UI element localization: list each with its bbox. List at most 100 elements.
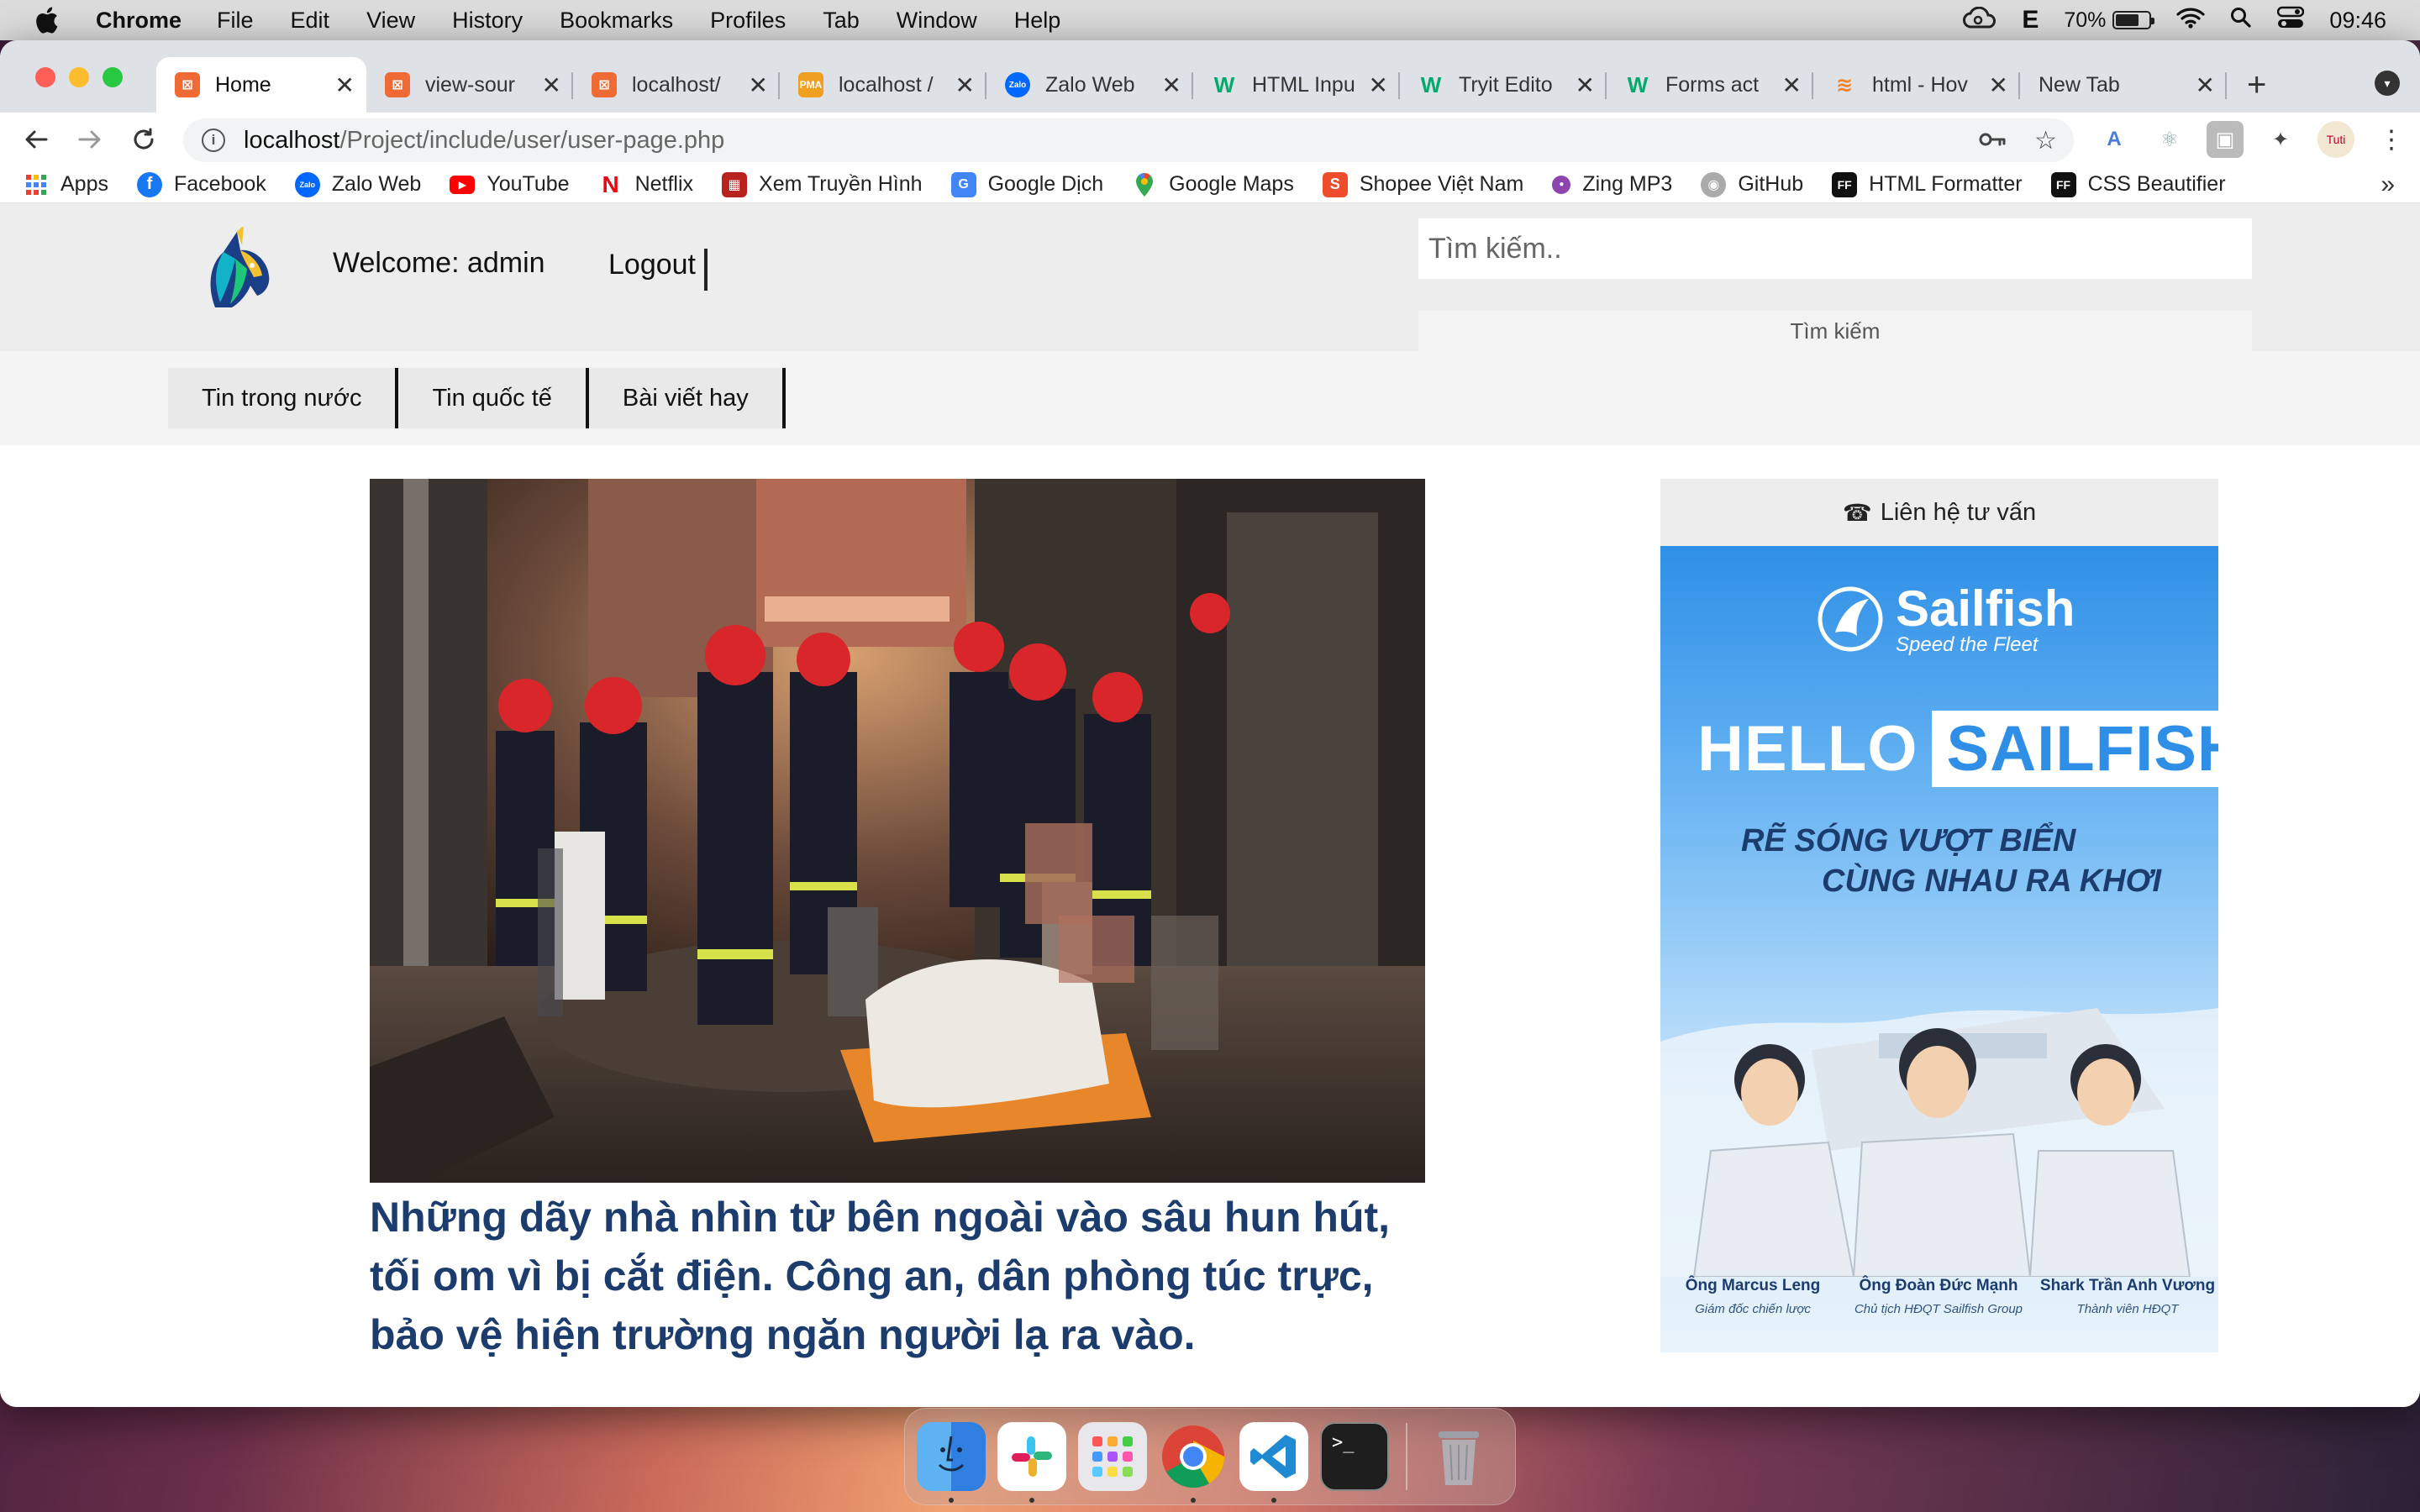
profile-avatar[interactable]: Tuti <box>2317 121 2354 158</box>
key-icon[interactable] <box>1979 126 2006 155</box>
nav-tin-trong-nuoc[interactable]: Tin trong nước <box>168 368 399 428</box>
control-center-icon[interactable] <box>2277 6 2305 35</box>
nav-tin-quoc-te[interactable]: Tin quốc tế <box>398 368 589 428</box>
url-host: localhost <box>244 126 340 154</box>
menu-history[interactable]: History <box>452 8 523 34</box>
zoom-window-button[interactable] <box>103 67 123 87</box>
chrome-menu-icon[interactable]: ⋮ <box>2373 121 2410 158</box>
bookmark-google-maps[interactable]: Google Maps <box>1132 172 1294 197</box>
site-info-icon[interactable]: i <box>202 129 225 152</box>
bookmarks-overflow-icon[interactable]: » <box>2381 171 2395 199</box>
close-tab-icon[interactable]: ✕ <box>1369 71 1388 99</box>
battery-status[interactable]: 70% <box>2064 8 2155 33</box>
tab-localhost-1[interactable]: ⊠ localhost/ ✕ <box>573 57 780 113</box>
menu-window[interactable]: Window <box>897 8 977 34</box>
tab-stackoverflow[interactable]: ≋ html - Hov ✕ <box>1813 57 2020 113</box>
bookmark-apps[interactable]: Apps <box>24 172 108 197</box>
search-input[interactable] <box>1418 218 2252 279</box>
menu-bookmarks[interactable]: Bookmarks <box>560 8 673 34</box>
new-tab-button[interactable]: + <box>2247 66 2266 104</box>
logout-link[interactable]: Logout <box>608 249 708 291</box>
site-navigation: Tin trong nước Tin quốc tế Bài viết hay <box>0 351 2420 445</box>
vscode-icon[interactable] <box>1239 1422 1308 1503</box>
launchpad-icon[interactable] <box>1078 1422 1147 1491</box>
spotlight-search-icon[interactable] <box>2230 7 2252 34</box>
creative-cloud-icon[interactable] <box>1963 6 1996 34</box>
back-button[interactable] <box>17 120 55 159</box>
bookmark-html-formatter[interactable]: FF HTML Formatter <box>1832 171 2023 197</box>
menu-help[interactable]: Help <box>1014 8 1061 34</box>
search-button[interactable]: Tìm kiếm <box>1418 311 2252 351</box>
wifi-icon[interactable] <box>2176 7 2206 34</box>
menu-app-name[interactable]: Chrome <box>96 8 182 34</box>
xampp-icon: ⊠ <box>592 72 617 97</box>
menu-edit[interactable]: Edit <box>291 8 330 34</box>
tab-localhost-pma[interactable]: PMA localhost / ✕ <box>780 57 986 113</box>
stackoverflow-icon: ≋ <box>1835 73 1854 97</box>
tab-home[interactable]: ⊠ Home ✕ <box>156 57 366 113</box>
bookmark-xem-truyen-hinh[interactable]: ▦ Xem Truyền Hình <box>722 171 923 197</box>
close-tab-icon[interactable]: ✕ <box>2196 71 2215 99</box>
chrome-icon[interactable] <box>1159 1422 1228 1503</box>
bookmark-google-dich[interactable]: G Google Dịch <box>950 171 1103 197</box>
bookmark-youtube[interactable]: ▶ YouTube <box>450 172 570 197</box>
apple-icon[interactable] <box>34 6 67 34</box>
tab-new-tab[interactable]: New Tab ✕ <box>2020 57 2227 113</box>
forward-button[interactable] <box>71 120 109 159</box>
bookmark-zing-mp3[interactable]: ● Zing MP3 <box>1552 172 1672 197</box>
close-tab-icon[interactable]: ✕ <box>1162 71 1181 99</box>
translate-extension-icon[interactable]: A <box>2096 121 2133 158</box>
close-tab-icon[interactable]: ✕ <box>749 71 768 99</box>
tab-view-source[interactable]: ⊠ view-sour ✕ <box>366 57 573 113</box>
close-tab-icon[interactable]: ✕ <box>335 71 355 99</box>
slack-icon[interactable] <box>997 1422 1066 1503</box>
web-page: Welcome: admin Logout Tìm kiếm Tin trong… <box>0 203 2420 1407</box>
bookmark-zalo-web[interactable]: Zalo Zalo Web <box>294 171 421 197</box>
close-window-button[interactable] <box>35 67 55 87</box>
bookmark-label: Xem Truyền Hình <box>759 172 923 196</box>
minimize-window-button[interactable] <box>69 67 89 87</box>
ad-person-name: Ông Đoàn Đức Mạnh <box>1859 1277 2018 1294</box>
close-tab-icon[interactable]: ✕ <box>542 71 561 99</box>
url-path: /Project/include/user/user-page.php <box>339 126 725 154</box>
menu-view[interactable]: View <box>366 8 415 34</box>
sailfish-ad-banner[interactable]: Sailfish Speed the Fleet HELLO SAILFISH … <box>1660 546 2218 1352</box>
ad-slogan-2: CÙNG NHAU RA KHƠI <box>1822 864 2162 899</box>
bookmark-css-beautifier[interactable]: FF CSS Beautifier <box>2050 171 2226 197</box>
xampp-icon: ⊠ <box>385 72 410 97</box>
bookmark-shopee[interactable]: S Shopee Việt Nam <box>1322 171 1523 197</box>
bookmark-star-icon[interactable]: ☆ <box>2034 126 2057 155</box>
address-bar[interactable]: i localhost/Project/include/user/user-pa… <box>183 118 2074 162</box>
menu-profiles[interactable]: Profiles <box>710 8 786 34</box>
tab-html-input[interactable]: W HTML Inpu ✕ <box>1193 57 1400 113</box>
close-tab-icon[interactable]: ✕ <box>1782 71 1802 99</box>
tab-title: HTML Inpu <box>1252 72 1355 97</box>
nav-bai-viet-hay[interactable]: Bài viết hay <box>588 368 786 428</box>
bookmark-label: Netflix <box>634 172 694 196</box>
close-tab-icon[interactable]: ✕ <box>955 71 975 99</box>
terminal-icon[interactable]: >_ <box>1320 1422 1389 1491</box>
reload-button[interactable] <box>124 120 163 159</box>
tab-forms-action[interactable]: W Forms act ✕ <box>1607 57 1813 113</box>
tab-search-icon[interactable]: ▾ <box>2375 71 2400 96</box>
unicorn-logo-icon[interactable] <box>198 225 276 314</box>
close-tab-icon[interactable]: ✕ <box>1989 71 2008 99</box>
bookmark-facebook[interactable]: f Facebook <box>136 171 266 197</box>
close-tab-icon[interactable]: ✕ <box>1576 71 1595 99</box>
article-image[interactable] <box>370 479 1425 1183</box>
trash-icon[interactable] <box>1424 1422 1493 1491</box>
article-title[interactable]: Những dãy nhà nhìn từ bên ngoài vào sâu … <box>370 1188 1430 1364</box>
react-devtools-icon[interactable]: ⚛ <box>2151 121 2188 158</box>
tab-tryit-editor[interactable]: W Tryit Edito ✕ <box>1400 57 1607 113</box>
tab-title: Tryit Edito <box>1459 72 1553 97</box>
bookmark-github[interactable]: ◉ GitHub <box>1701 171 1803 197</box>
extension-icon[interactable]: ▣ <box>2207 121 2244 158</box>
tab-zalo-web[interactable]: Zalo Zalo Web ✕ <box>986 57 1193 113</box>
bookmark-netflix[interactable]: N Netflix <box>598 171 694 197</box>
menubar-clock[interactable]: 09:46 <box>2329 8 2386 34</box>
puzzle-extensions-icon[interactable]: ✦ <box>2262 121 2299 158</box>
input-source-indicator[interactable]: E <box>2022 6 2039 34</box>
menu-tab[interactable]: Tab <box>823 8 860 34</box>
finder-icon[interactable] <box>917 1422 986 1503</box>
menu-file[interactable]: File <box>217 8 254 34</box>
